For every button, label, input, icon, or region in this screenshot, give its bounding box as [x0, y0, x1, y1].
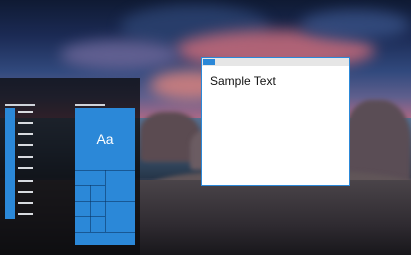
font-tile[interactable]: Aa: [75, 108, 135, 170]
wallpaper-cloud: [300, 10, 410, 40]
app-list-item[interactable]: [18, 111, 33, 113]
font-tile-label: Aa: [96, 131, 114, 147]
window-content-text: Sample Text: [210, 74, 276, 88]
app-list-item[interactable]: [18, 191, 33, 193]
window-titlebar[interactable]: [202, 58, 349, 66]
app-list-item[interactable]: [18, 133, 33, 135]
tiles-header-line: [75, 104, 105, 106]
app-list-item[interactable]: [18, 167, 33, 169]
app-list-item[interactable]: [18, 144, 33, 146]
tile-group[interactable]: [75, 170, 135, 245]
tile-divider: [75, 232, 135, 233]
app-list-item[interactable]: [18, 122, 33, 124]
app-list-item[interactable]: [18, 180, 33, 182]
app-list-item[interactable]: [18, 202, 33, 204]
tile-divider: [75, 201, 135, 202]
tile-divider: [90, 201, 91, 232]
wallpaper-cloud: [60, 40, 180, 70]
app-list-item[interactable]: [18, 213, 33, 215]
app-list-item[interactable]: [18, 156, 33, 158]
app-list-header-line: [5, 104, 35, 106]
app-list-icon-strip: [5, 108, 15, 219]
text-window[interactable]: Sample Text: [201, 57, 350, 186]
tile-divider: [90, 185, 91, 201]
window-app-icon: [203, 59, 215, 65]
